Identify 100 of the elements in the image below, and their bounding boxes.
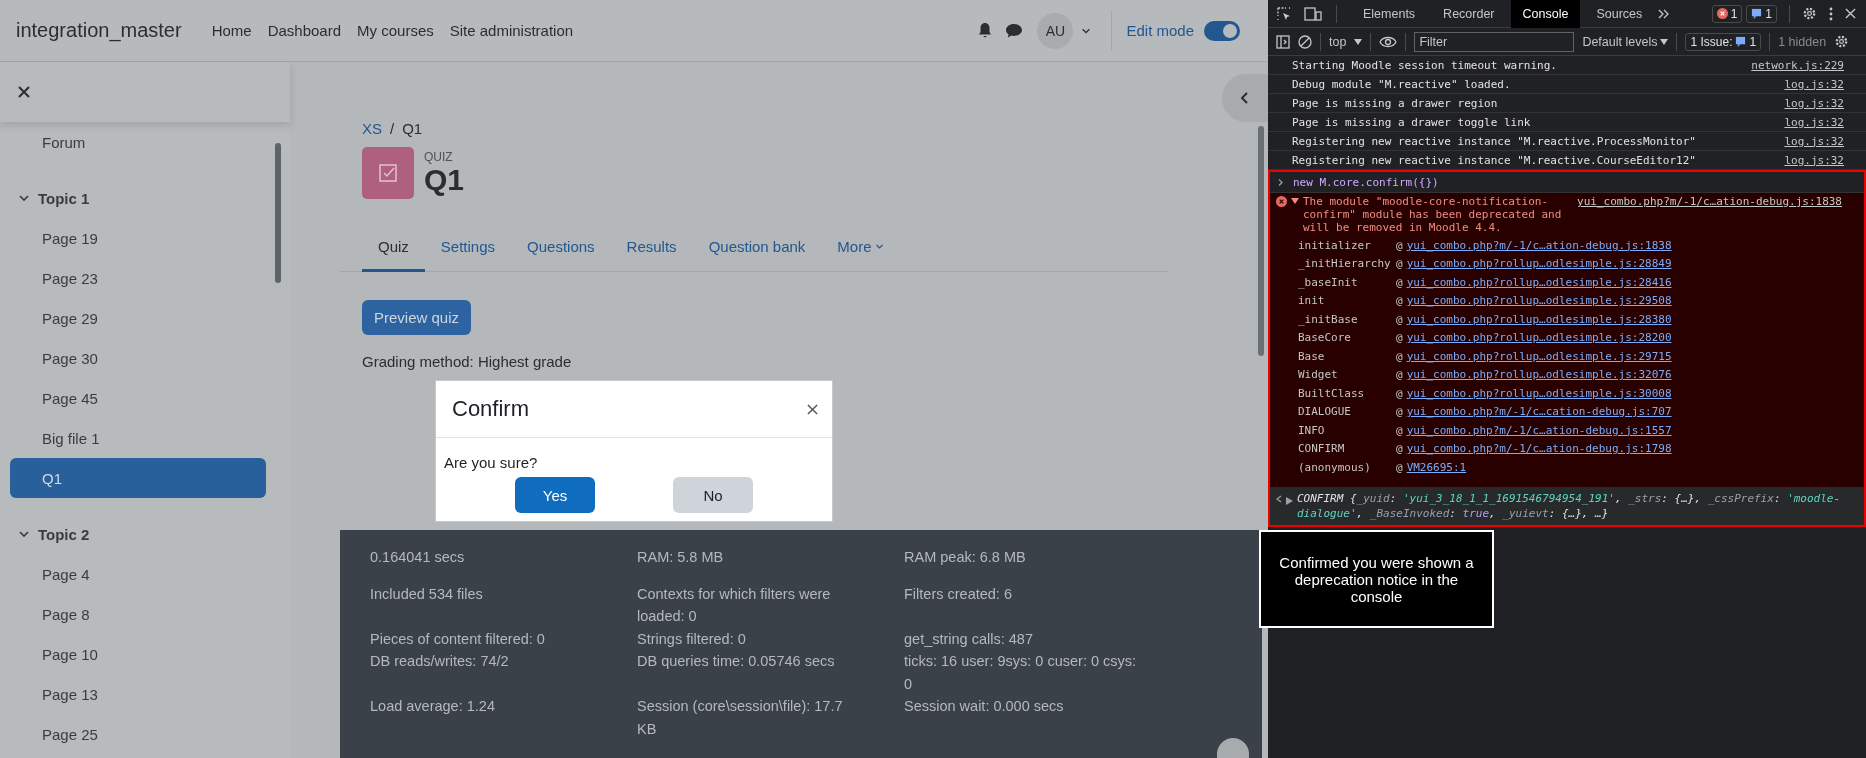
performance-stat: RAM peak: 6.8 MB bbox=[904, 548, 1027, 567]
stack-function: Base bbox=[1298, 349, 1326, 363]
sidebar-toggle-icon[interactable] bbox=[1276, 34, 1290, 49]
devtools-tab[interactable]: Sources bbox=[1584, 0, 1655, 28]
devtools-tab[interactable]: Console bbox=[1510, 0, 1581, 28]
stack-link[interactable]: yui_combo.php?rollup…odlesimple.js:28416 bbox=[1406, 275, 1672, 289]
prompt-chevron-icon bbox=[1276, 177, 1285, 187]
nav-link[interactable]: Home bbox=[211, 22, 252, 39]
devtools-tab[interactable]: Elements bbox=[1351, 0, 1428, 28]
close-icon[interactable] bbox=[807, 403, 818, 415]
stack-link[interactable]: yui_combo.php?m/-1/c…ation-debug.js:1798 bbox=[1406, 442, 1672, 456]
source-link[interactable]: log.js:32 bbox=[1784, 115, 1844, 129]
more-tabs-icon[interactable] bbox=[1658, 8, 1671, 19]
section-title[interactable]: Topic 2 bbox=[38, 525, 90, 543]
filter-field[interactable]: Filter bbox=[1414, 31, 1575, 52]
log-levels-dropdown[interactable]: Default levels bbox=[1582, 34, 1669, 49]
nav-tab[interactable]: Results bbox=[610, 227, 693, 272]
context-selector[interactable]: top bbox=[1329, 34, 1363, 49]
at-sign: @ bbox=[1396, 257, 1403, 271]
clear-console-icon[interactable] bbox=[1298, 34, 1312, 49]
at-sign: @ bbox=[1396, 405, 1403, 419]
error-count-badge[interactable]: 1 bbox=[1711, 4, 1743, 23]
course-index-item[interactable]: Page 23 bbox=[10, 258, 266, 298]
nav-tab[interactable]: Settings bbox=[424, 227, 512, 272]
stack-function: INFO bbox=[1298, 423, 1326, 437]
no-button[interactable]: No bbox=[673, 477, 753, 513]
drawer-toggle-button[interactable] bbox=[1222, 74, 1268, 122]
nav-link[interactable]: Site administration bbox=[449, 22, 574, 39]
course-index-item[interactable]: Page 4 bbox=[10, 554, 266, 594]
nav-tab[interactable]: Questions bbox=[511, 227, 611, 272]
chevron-icon bbox=[18, 528, 30, 540]
devtools-tab[interactable]: Recorder bbox=[1431, 0, 1507, 28]
nav-link[interactable]: My courses bbox=[357, 22, 434, 39]
breadcrumb-separator: / bbox=[390, 120, 395, 137]
stack-link[interactable]: yui_combo.php?rollup…odlesimple.js:29715 bbox=[1406, 349, 1672, 363]
kebab-menu-icon[interactable] bbox=[1829, 6, 1833, 21]
stack-function: _baseInit bbox=[1298, 275, 1359, 289]
eye-icon[interactable] bbox=[1379, 35, 1398, 48]
edit-mode-switch[interactable] bbox=[1204, 20, 1240, 41]
stack-link[interactable]: yui_combo.php?m/-1/c…cation-debug.js:707 bbox=[1406, 405, 1672, 419]
error-icon bbox=[1276, 196, 1287, 207]
close-icon[interactable] bbox=[18, 86, 30, 98]
yes-button[interactable]: Yes bbox=[515, 477, 595, 513]
stack-link[interactable]: yui_combo.php?rollup…odlesimple.js:28849 bbox=[1406, 257, 1672, 271]
course-index-item[interactable]: Page 29 bbox=[10, 298, 266, 338]
nav-link[interactable]: Dashboard bbox=[267, 22, 342, 39]
device-toolbar-icon[interactable] bbox=[1304, 6, 1322, 21]
stack-function: _initHierarchy bbox=[1298, 257, 1392, 271]
message-count-badge[interactable]: 1 bbox=[1746, 4, 1777, 23]
stack-link[interactable]: yui_combo.php?m/-1/c…ation-debug.js:1557 bbox=[1406, 423, 1672, 437]
source-link[interactable]: network.js:229 bbox=[1751, 58, 1844, 72]
course-index-item[interactable]: Forum bbox=[10, 122, 266, 162]
section-title[interactable]: Topic 1 bbox=[38, 189, 90, 207]
performance-stat: DB queries time: 0.05746 secs bbox=[637, 652, 836, 671]
course-index-item[interactable]: Page 25 bbox=[10, 714, 266, 754]
stack-link[interactable]: VM26695:1 bbox=[1406, 460, 1467, 474]
source-link[interactable]: log.js:32 bbox=[1784, 96, 1844, 110]
course-index-item[interactable]: Page 13 bbox=[10, 674, 266, 714]
chat-icon[interactable] bbox=[1005, 22, 1024, 39]
course-index-item[interactable]: Page 8 bbox=[10, 594, 266, 634]
stack-function: DIALOGUE bbox=[1298, 405, 1352, 419]
stack-link[interactable]: yui_combo.php?rollup…odlesimple.js:30008 bbox=[1406, 386, 1672, 400]
preview-quiz-button[interactable]: Preview quiz bbox=[362, 300, 472, 335]
section-chevron-icon[interactable] bbox=[18, 528, 30, 540]
course-index-item[interactable]: Page 30 bbox=[10, 338, 266, 378]
performance-stat: Strings filtered: 0 bbox=[637, 629, 747, 649]
scrollbar-thumb[interactable] bbox=[1258, 126, 1264, 356]
source-link[interactable]: log.js:32 bbox=[1784, 134, 1844, 148]
settings-icon[interactable] bbox=[1802, 6, 1817, 21]
course-index-item[interactable]: Big file 1 bbox=[10, 418, 266, 458]
performance-stat: Session wait: 0.000 secs bbox=[904, 697, 1065, 716]
annotation-note: Confirmed you were shown a deprecation notice in the console bbox=[1259, 530, 1494, 628]
stack-link[interactable]: yui_combo.php?rollup…odlesimple.js:28200 bbox=[1406, 331, 1672, 345]
scrollbar-thumb[interactable] bbox=[275, 143, 281, 283]
source-link[interactable]: log.js:32 bbox=[1784, 153, 1844, 167]
stack-link[interactable]: yui_combo.php?m/-1/c…ation-debug.js:1838 bbox=[1406, 238, 1672, 252]
performance-stat: Filters created: 6 bbox=[904, 584, 1013, 604]
inspect-icon[interactable] bbox=[1276, 5, 1292, 22]
course-index-item[interactable]: Q1 bbox=[10, 458, 266, 498]
source-link[interactable]: yui_combo.php?m/-1/c…ation-debug.js:1838 bbox=[1577, 195, 1842, 234]
performance-stat: 0.164041 secs bbox=[370, 548, 466, 567]
source-link[interactable]: log.js:32 bbox=[1784, 77, 1844, 91]
bell-icon[interactable] bbox=[977, 22, 994, 39]
section-chevron-icon[interactable] bbox=[18, 192, 30, 204]
breadcrumb-link[interactable]: XS bbox=[362, 120, 382, 137]
disclosure-triangle-icon[interactable] bbox=[1291, 197, 1299, 205]
more-menu-tab[interactable]: More bbox=[821, 227, 900, 272]
stack-link[interactable]: yui_combo.php?rollup…odlesimple.js:29508 bbox=[1406, 294, 1672, 308]
nav-tab[interactable]: Quiz bbox=[362, 227, 425, 272]
nav-tab[interactable]: Question bank bbox=[692, 227, 822, 272]
settings-icon[interactable] bbox=[1834, 34, 1850, 49]
course-index-item[interactable]: Page 45 bbox=[10, 378, 266, 418]
user-avatar[interactable]: AU bbox=[1037, 12, 1074, 49]
issues-button[interactable]: 1 Issue: 1 bbox=[1685, 32, 1762, 51]
stack-link[interactable]: yui_combo.php?rollup…odlesimple.js:28380 bbox=[1406, 312, 1672, 326]
course-index-item[interactable]: Page 19 bbox=[10, 218, 266, 258]
site-name[interactable]: integration_master bbox=[16, 19, 182, 42]
stack-link[interactable]: yui_combo.php?rollup…odlesimple.js:32076 bbox=[1406, 368, 1672, 382]
course-index-item[interactable]: Page 10 bbox=[10, 634, 266, 674]
expand-triangle-icon[interactable] bbox=[1286, 496, 1293, 505]
